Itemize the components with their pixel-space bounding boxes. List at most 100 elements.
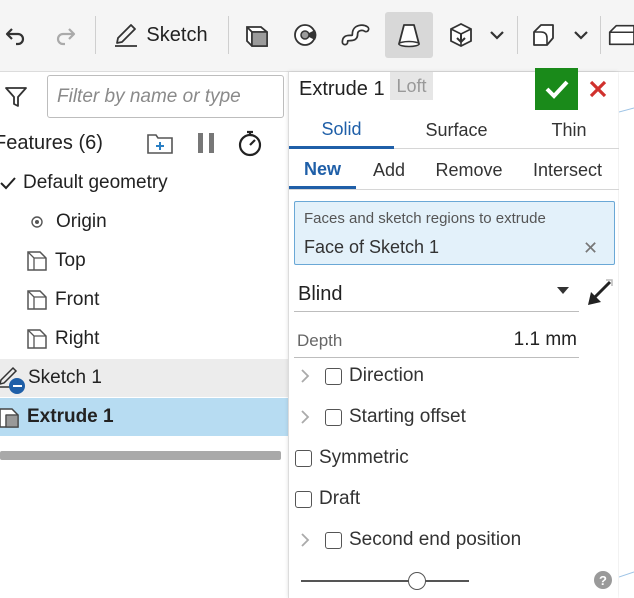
draft-label: Draft <box>319 488 361 509</box>
sketch-pencil-icon <box>115 24 138 47</box>
checkmark-icon <box>545 80 568 99</box>
help-icon[interactable]: ? <box>594 571 612 589</box>
draft-checkbox[interactable] <box>295 490 312 508</box>
faces-label: Faces and sketch regions to extrude <box>304 210 546 227</box>
pause-icon <box>198 133 214 153</box>
tab-solid[interactable]: Solid <box>289 112 394 149</box>
tree-item-label: Origin <box>56 211 107 232</box>
check-icon <box>0 177 16 190</box>
chamfer-icon <box>608 24 634 46</box>
tree-item-right[interactable]: Right <box>0 320 288 358</box>
cancel-button[interactable] <box>578 68 618 110</box>
stopwatch-icon <box>238 130 262 157</box>
second-end-option[interactable]: Second end position <box>299 523 521 557</box>
second-end-checkbox[interactable] <box>325 531 342 549</box>
undo-icon <box>5 28 25 46</box>
fillet-menu-dropdown[interactable] <box>568 12 594 58</box>
horizontal-scrollbar[interactable] <box>0 451 281 460</box>
feature-menu-dropdown[interactable] <box>484 12 510 58</box>
tab-add[interactable]: Add <box>359 152 419 189</box>
chevron-down-icon <box>490 31 504 40</box>
starting-offset-checkbox[interactable] <box>325 408 342 426</box>
chamfer-button[interactable] <box>606 12 634 58</box>
extrude-dialog: Extrude 1 Loft Solid Surface Thin New Ad… <box>288 68 619 598</box>
sweep-icon <box>341 24 370 46</box>
sweep-button[interactable] <box>336 12 376 58</box>
revolve-button[interactable] <box>286 12 326 58</box>
tree-item-origin[interactable]: Origin <box>0 203 288 241</box>
tab-new[interactable]: New <box>289 152 356 189</box>
tree-item-top[interactable]: Top <box>0 242 288 280</box>
plane-icon <box>27 329 47 349</box>
symmetric-checkbox[interactable] <box>295 449 312 467</box>
starting-offset-label: Starting offset <box>349 406 466 427</box>
filter-row <box>0 72 288 124</box>
tree-item-default-geometry[interactable]: Default geometry <box>0 164 288 202</box>
redo-button[interactable] <box>50 12 82 58</box>
chevron-right-icon <box>299 530 311 550</box>
plane-icon <box>27 290 47 310</box>
redo-icon <box>56 28 76 46</box>
fillet-button[interactable] <box>524 12 564 58</box>
tab-thin[interactable]: Thin <box>529 112 609 149</box>
faces-selection-box[interactable]: Faces and sketch regions to extrude Face… <box>294 201 615 265</box>
depth-field[interactable]: Depth 1.1 mm <box>294 324 579 358</box>
add-folder-button[interactable] <box>145 130 175 161</box>
tree-item-front[interactable]: Front <box>0 281 288 319</box>
revolve-icon <box>294 24 317 46</box>
flip-direction-button[interactable] <box>585 278 615 308</box>
new-sketch-plane-icon <box>246 26 268 47</box>
tab-surface[interactable]: Surface <box>404 112 509 149</box>
slider-thumb[interactable] <box>408 572 426 590</box>
direction-option[interactable]: Direction <box>299 359 424 393</box>
tree-item-extrude-1[interactable]: Extrude 1 <box>0 398 288 436</box>
chevron-right-icon <box>299 366 311 386</box>
symmetric-option[interactable]: Symmetric <box>295 441 409 475</box>
filter-input[interactable] <box>47 75 284 118</box>
draft-option[interactable]: Draft <box>295 482 360 516</box>
faces-value: Face of Sketch 1 <box>304 237 440 257</box>
tree-item-label: Default geometry <box>23 172 168 193</box>
plane-tool-button[interactable] <box>236 12 276 58</box>
tree-item-sketch-1[interactable]: Sketch 1 <box>0 359 288 397</box>
sketch-button[interactable]: Sketch <box>104 12 216 58</box>
toolbar: Sketch <box>0 0 634 72</box>
features-title: Features (6) <box>0 132 103 154</box>
timer-button[interactable] <box>236 129 264 162</box>
depth-label: Depth <box>297 331 343 350</box>
origin-icon <box>31 216 43 228</box>
rollback-pause-button[interactable] <box>195 132 217 159</box>
second-end-label: Second end position <box>349 529 522 550</box>
tree-item-label: Extrude 1 <box>27 406 114 427</box>
filter-icon[interactable] <box>4 85 28 114</box>
slider-track[interactable] <box>301 580 469 582</box>
loft-icon <box>398 24 420 48</box>
toolbar-separator <box>600 16 601 54</box>
loft-button[interactable] <box>385 12 433 58</box>
depth-value: 1.1 mm <box>513 329 577 350</box>
tree-item-label: Top <box>55 250 86 271</box>
tree-item-label: Right <box>55 328 100 349</box>
operation-tabs: New Add Remove Intersect <box>289 152 619 190</box>
undo-button[interactable] <box>0 12 30 58</box>
direction-checkbox[interactable] <box>325 367 342 385</box>
toolbar-separator <box>95 16 96 54</box>
extrude-button[interactable] <box>442 12 480 58</box>
extrude-feature-icon <box>0 408 19 428</box>
caret-down-icon <box>557 287 569 294</box>
end-type-value: Blind <box>298 283 343 305</box>
symmetric-label: Symmetric <box>319 447 409 468</box>
tree-item-label: Sketch 1 <box>28 367 102 388</box>
starting-offset-option[interactable]: Starting offset <box>299 400 466 434</box>
chevron-down-icon <box>574 31 588 40</box>
tab-remove[interactable]: Remove <box>429 152 509 189</box>
end-type-dropdown[interactable]: Blind <box>294 275 579 312</box>
accept-button[interactable] <box>535 68 578 110</box>
dialog-header: Extrude 1 Loft <box>289 68 619 112</box>
toolbar-separator <box>517 16 518 54</box>
remove-selection-button[interactable]: ✕ <box>583 238 598 259</box>
sketch-icon <box>0 364 28 394</box>
graphics-viewport[interactable] <box>618 72 634 598</box>
tab-intersect[interactable]: Intersect <box>525 152 610 189</box>
viewport-edge-lines <box>618 107 634 578</box>
